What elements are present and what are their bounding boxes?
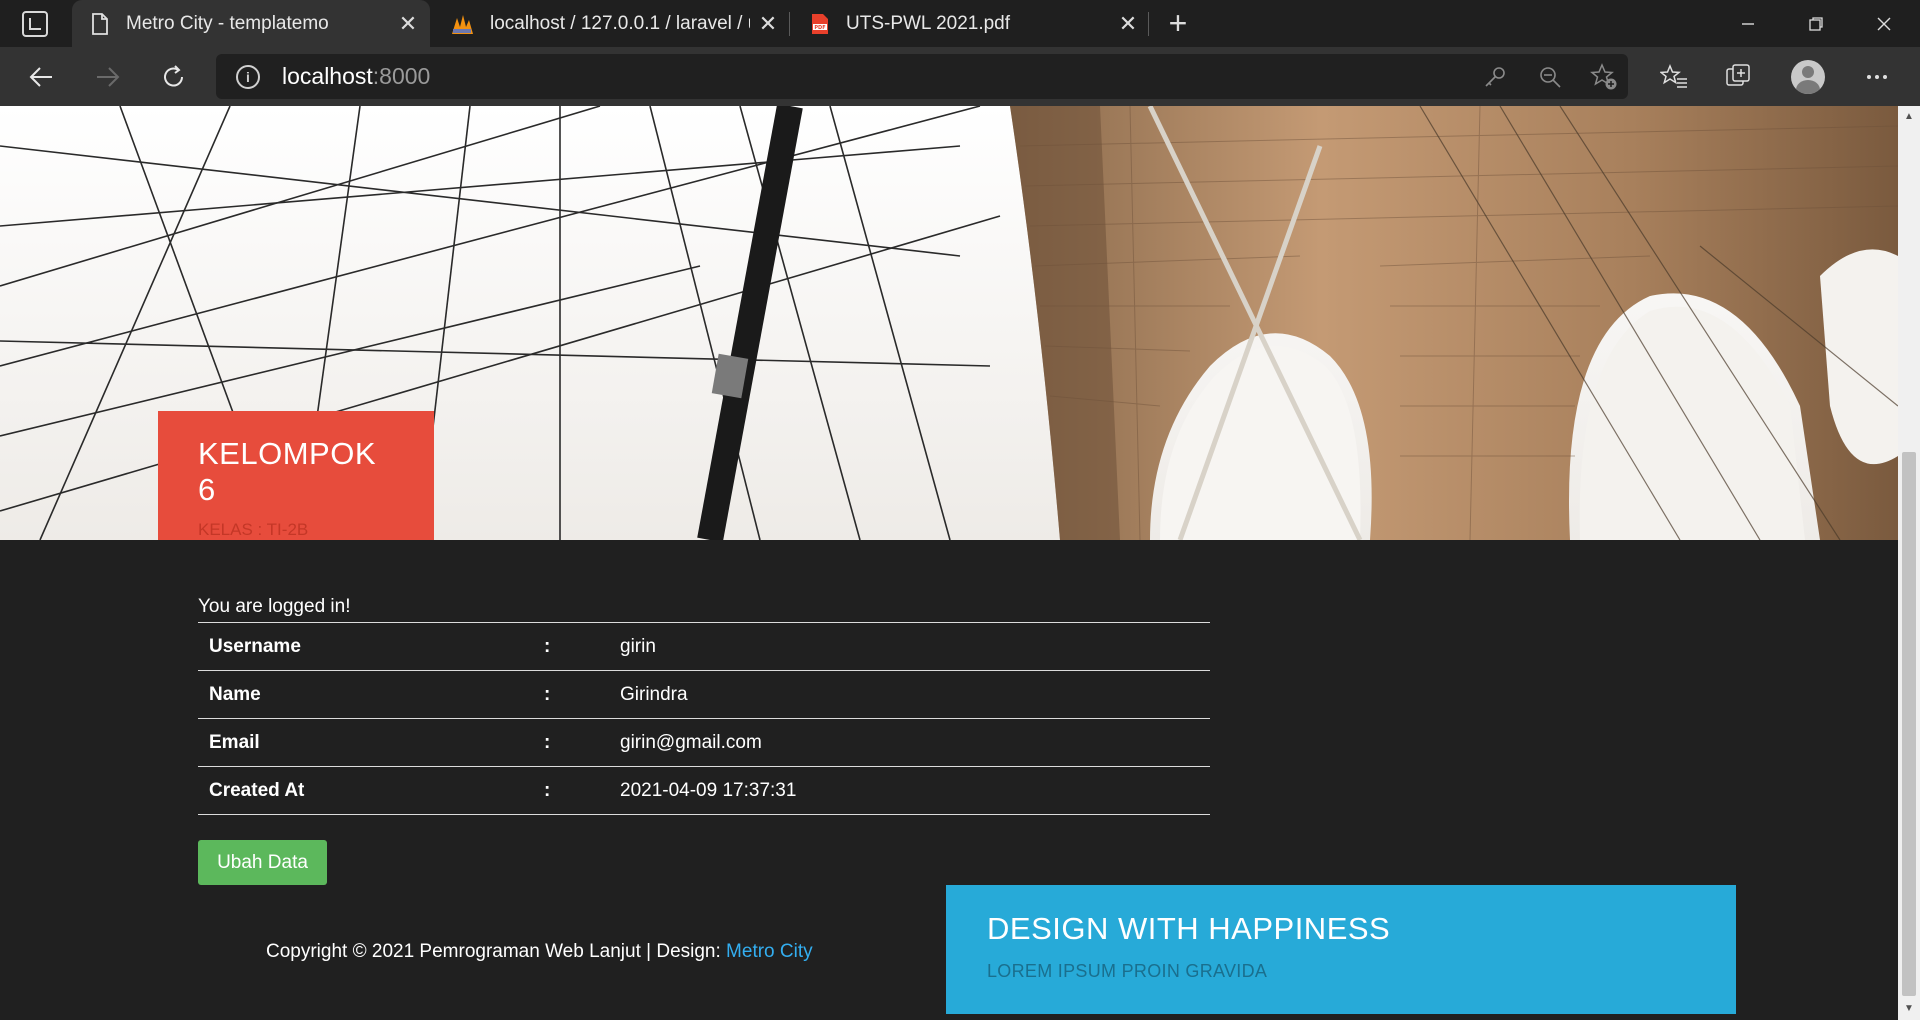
row-label: Created At bbox=[198, 766, 544, 815]
table-row: Name : Girindra bbox=[198, 670, 1210, 719]
row-separator: : bbox=[544, 766, 620, 815]
hero-title: KELOMPOK 6 bbox=[198, 436, 376, 507]
pdf-icon: PDF bbox=[812, 13, 828, 34]
table-row: Email : girin@gmail.com bbox=[198, 718, 1210, 767]
favorites-icon[interactable] bbox=[1656, 59, 1692, 95]
back-button[interactable] bbox=[21, 57, 61, 97]
tab-metro-city[interactable]: Metro City - templatemo ✕ bbox=[72, 0, 430, 47]
site-info-icon[interactable]: i bbox=[236, 65, 260, 89]
svg-text:PDF: PDF bbox=[814, 25, 825, 31]
user-info-table: Username : girin Name : Girindra Email :… bbox=[198, 622, 1210, 815]
refresh-button[interactable] bbox=[154, 57, 194, 97]
footer-copyright: Copyright © 2021 Pemrograman Web Lanjut … bbox=[266, 941, 813, 963]
table-row: Created At : 2021-04-09 17:37:31 bbox=[198, 766, 1210, 815]
restore-button[interactable] bbox=[1782, 0, 1850, 47]
row-value: girin bbox=[620, 622, 1210, 671]
hero-title-card: KELOMPOK 6 KELAS : TI-2B bbox=[158, 411, 434, 540]
row-value: Girindra bbox=[620, 670, 1210, 719]
refresh-icon bbox=[164, 65, 183, 87]
address-url: localhost:8000 bbox=[282, 63, 431, 89]
phpmyadmin-icon bbox=[452, 14, 473, 34]
table-row: Username : girin bbox=[198, 622, 1210, 671]
browser-toolbar: i localhost:8000 bbox=[0, 47, 1920, 106]
tab-actions-icon[interactable] bbox=[22, 11, 48, 37]
minimize-button[interactable] bbox=[1714, 0, 1782, 47]
tab-title: localhost / 127.0.0.1 / laravel / us bbox=[490, 12, 750, 34]
tab-title: Metro City - templatemo bbox=[126, 12, 329, 34]
scroll-thumb[interactable] bbox=[1902, 452, 1916, 996]
close-tab-icon[interactable]: ✕ bbox=[1110, 6, 1146, 42]
restore-icon bbox=[1809, 16, 1823, 31]
add-favorite-icon[interactable] bbox=[1590, 63, 1618, 91]
tab-phpmyadmin[interactable]: localhost / 127.0.0.1 / laravel / us ✕ bbox=[432, 0, 790, 47]
page-icon bbox=[92, 12, 108, 35]
row-value: 2021-04-09 17:37:31 bbox=[620, 766, 1210, 815]
forward-button[interactable] bbox=[88, 57, 128, 97]
address-bar[interactable]: i localhost:8000 bbox=[216, 54, 1628, 99]
collections-icon[interactable] bbox=[1721, 59, 1757, 95]
new-tab-button[interactable]: + bbox=[1160, 6, 1196, 42]
page-viewport: KELOMPOK 6 KELAS : TI-2B You are logged … bbox=[0, 106, 1898, 1020]
profile-avatar[interactable] bbox=[1791, 60, 1825, 94]
scroll-up-icon[interactable]: ▲ bbox=[1902, 110, 1916, 124]
key-icon[interactable] bbox=[1481, 63, 1509, 91]
edit-data-button[interactable]: Ubah Data bbox=[198, 840, 327, 885]
tab-pdf[interactable]: PDF UTS-PWL 2021.pdf ✕ bbox=[792, 0, 1150, 47]
copyright-text: Copyright © 2021 Pemrograman Web Lanjut … bbox=[266, 941, 727, 962]
close-tab-icon[interactable]: ✕ bbox=[390, 6, 426, 42]
row-value: girin@gmail.com bbox=[620, 718, 1210, 767]
scroll-down-icon[interactable]: ▼ bbox=[1902, 1002, 1916, 1016]
hero-subtitle: KELAS : TI-2B bbox=[198, 520, 309, 539]
close-tab-icon[interactable]: ✕ bbox=[750, 6, 786, 42]
promo-title: DESIGN WITH HAPPINESS bbox=[987, 911, 1391, 946]
zoom-out-icon[interactable] bbox=[1536, 63, 1564, 91]
row-label: Name bbox=[198, 670, 544, 719]
promo-subtitle: LOREM IPSUM PROIN GRAVIDA bbox=[987, 961, 1268, 981]
tab-title: UTS-PWL 2021.pdf bbox=[846, 12, 1011, 34]
back-arrow-icon bbox=[29, 67, 52, 87]
more-options-icon[interactable] bbox=[1859, 59, 1895, 95]
login-status: You are logged in! bbox=[198, 596, 351, 617]
promo-card: DESIGN WITH HAPPINESS LOREM IPSUM PROIN … bbox=[946, 885, 1736, 1014]
main-content: You are logged in! Username : girin Name… bbox=[0, 540, 1898, 1020]
page-scrollbar[interactable]: ▲ ▼ bbox=[1898, 106, 1920, 1020]
row-separator: : bbox=[544, 718, 620, 767]
row-separator: : bbox=[544, 622, 620, 671]
window-close-icon bbox=[1877, 17, 1891, 30]
design-link[interactable]: Metro City bbox=[726, 941, 813, 962]
row-separator: : bbox=[544, 670, 620, 719]
window-close-button[interactable] bbox=[1850, 0, 1918, 47]
tab-bar: Metro City - templatemo ✕ localhost / 12… bbox=[0, 0, 1920, 47]
forward-arrow-icon bbox=[97, 67, 120, 87]
row-label: Username bbox=[198, 622, 544, 671]
row-label: Email bbox=[198, 718, 544, 767]
minimize-icon bbox=[1742, 22, 1754, 25]
